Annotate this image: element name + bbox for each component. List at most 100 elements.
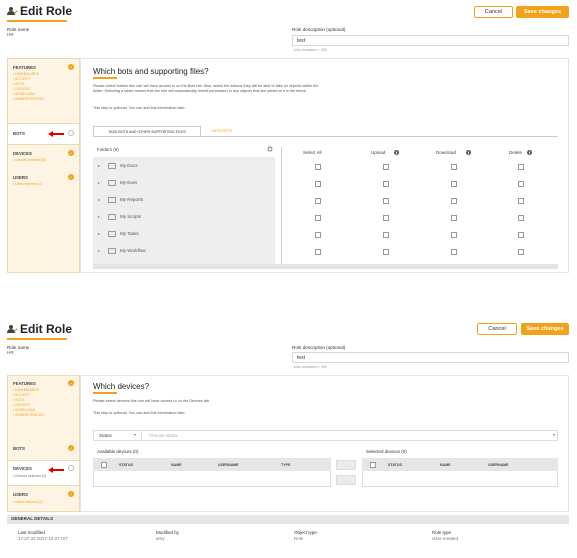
delete-checkbox[interactable] [518,181,524,187]
download-checkbox[interactable] [451,249,457,255]
select-all-checkbox[interactable] [315,249,321,255]
upload-checkbox[interactable] [383,198,389,204]
save-changes-button[interactable]: Save changes [516,6,569,18]
expand-arrow-icon[interactable]: ▸ [98,163,100,168]
folder-name[interactable]: My Docs [120,163,138,168]
section-heading: Which bots and supporting files? [93,67,209,76]
sidebar-devices[interactable]: DEVICES • Devices selected (0) [8,460,79,486]
devices-selected-count: • Devices selected (0) [13,474,46,478]
cancel-button[interactable]: Cancel [477,323,517,335]
save-changes-button[interactable]: Save changes [521,323,569,335]
expand-arrow-icon[interactable]: ▸ [98,214,100,219]
upload-checkbox[interactable] [383,249,389,255]
features-complete-check-icon: ✓ [68,380,74,386]
select-all-checkbox[interactable] [315,181,321,187]
folder-name[interactable]: My Tasks [120,231,139,236]
status-select-chevron-icon[interactable]: ▾ [553,432,555,437]
sidebar-features[interactable]: FEATURES ✓ • DASHBOARDS • ACTIVITY • BOT… [8,59,79,124]
sidebar-users[interactable]: USERS ✓ • Users selected (1) [8,169,79,193]
sidebar: FEATURES ✓ • DASHBOARDS • ACTIVITY • BOT… [7,58,80,273]
upload-checkbox[interactable] [383,181,389,187]
general-details-heading: GENERAL DETAILS [11,516,54,521]
add-arrow-button[interactable]: › [336,460,356,470]
devices-pending-check-icon [68,465,74,471]
folder-name[interactable]: My Workflow [120,248,146,253]
available-select-all-checkbox[interactable] [101,462,107,468]
download-header: Download [436,150,457,155]
max-characters-hint: Max characters = 255 [294,365,327,369]
column-divider [281,147,282,264]
folders-header: Folders (6) [97,147,119,152]
expand-arrow-icon[interactable]: ▸ [98,231,100,236]
selected-col-username[interactable]: USERNAME [488,463,509,467]
expand-arrow-icon[interactable]: ▸ [98,248,100,253]
upload-checkbox[interactable] [383,215,389,221]
sidebar-devices[interactable]: DEVICES ✓ • Devices selected (0) [8,145,79,169]
users-selected-count: • Users selected (1) [13,500,43,504]
role-description-input[interactable]: test [292,35,569,46]
object-type-label: Object type [294,530,317,535]
modified-by-label: Modified by [156,530,180,535]
upload-checkbox[interactable] [383,232,389,238]
download-checkbox[interactable] [451,232,457,238]
sidebar-features-heading: FEATURES [13,381,36,386]
role-name-value: HR [7,32,14,37]
selected-col-status[interactable]: STATUS [388,463,402,467]
role-type-label: Role type [432,530,452,535]
available-col-status[interactable]: STATUS [119,463,133,467]
delete-checkbox[interactable] [518,198,524,204]
sidebar-bots-heading: BOTS [13,446,25,451]
folder-icon [108,214,116,220]
selected-select-all-checkbox[interactable] [370,462,376,468]
remove-arrow-button[interactable]: ‹ [336,475,356,485]
download-checkbox[interactable] [451,215,457,221]
download-checkbox[interactable] [451,198,457,204]
last-modified-value: 17:27:33 2017-10-27 IST [18,536,69,541]
last-modified-label: Last modified [18,530,45,535]
status-label: Status [99,433,112,438]
sidebar-features[interactable]: FEATURES ✓ • DASHBOARDS • ACTIVITY • BOT… [8,376,79,438]
selected-col-name[interactable]: NAME [440,463,451,467]
status-chevron-icon: ▾ [134,432,137,437]
page-title: Edit Role [20,4,73,18]
arrow-annotation-icon [48,131,64,137]
bots-complete-check-icon: ✓ [68,445,74,451]
expand-arrow-icon[interactable]: ▸ [98,197,100,202]
sidebar-bots[interactable]: BOTS [8,123,79,145]
tab-meta-bots[interactable]: META BOTS [202,126,242,136]
delete-checkbox[interactable] [518,249,524,255]
available-col-name[interactable]: NAME [171,463,182,467]
refresh-icon[interactable] [267,146,273,152]
select-all-checkbox[interactable] [315,198,321,204]
folder-icon [108,231,116,237]
sidebar-users[interactable]: USERS ✓ • Users selected (1) [8,486,79,513]
upload-checkbox[interactable] [383,164,389,170]
folder-icon [108,163,116,169]
select-all-checkbox[interactable] [315,232,321,238]
delete-checkbox[interactable] [518,164,524,170]
folder-name[interactable]: My Reports [120,197,143,202]
delete-checkbox[interactable] [518,232,524,238]
folder-name[interactable]: My Scripts [120,214,141,219]
role-description-label: Role description (optional) [292,345,346,350]
section-heading: Which devices? [93,382,150,391]
delete-checkbox[interactable] [518,215,524,221]
available-col-username[interactable]: USERNAME [218,463,239,467]
available-col-type[interactable]: TYPE [281,463,290,467]
select-all-checkbox[interactable] [315,164,321,170]
sidebar-bots[interactable]: BOTS ✓ [8,438,79,460]
tab-task-bots[interactable]: TASK BOTS AND OTHER SUPPORTING FILES [93,126,201,136]
horizontal-scrollbar[interactable] [93,264,558,269]
folder-name[interactable]: My Exes [120,180,137,185]
main-panel: Which devices? Please select devices thi… [80,375,569,512]
cancel-button[interactable]: Cancel [474,6,513,18]
download-checkbox[interactable] [451,164,457,170]
select-all-checkbox[interactable] [315,215,321,221]
role-description-input[interactable]: test [292,352,569,363]
status-divider [141,431,142,440]
expand-arrow-icon[interactable]: ▸ [98,180,100,185]
features-item: • ADMINISTRATION [13,413,44,417]
tab-divider [93,136,558,137]
download-checkbox[interactable] [451,181,457,187]
status-select[interactable]: Choose status [149,433,178,438]
